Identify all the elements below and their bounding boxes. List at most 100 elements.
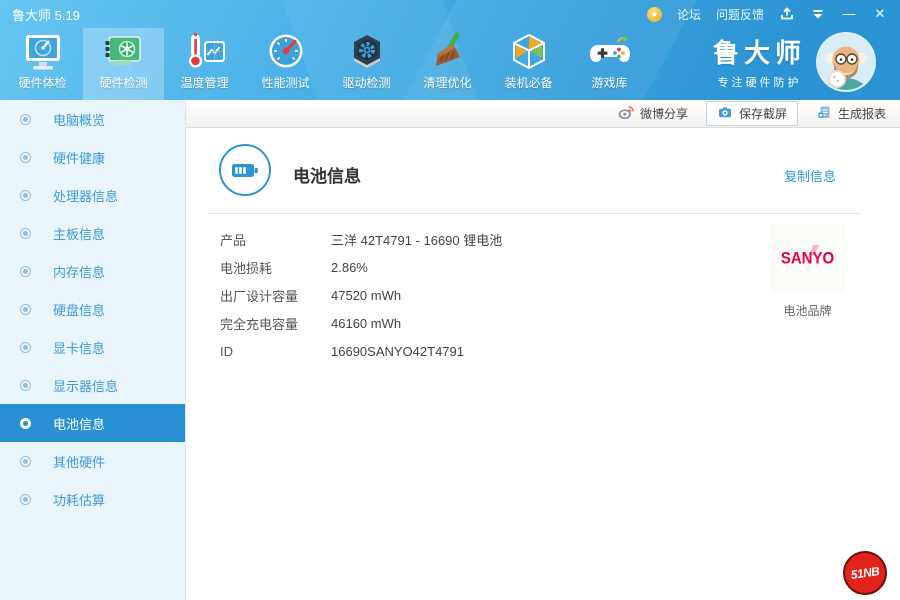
report-icon [816, 104, 832, 123]
sidebar-item-display-info[interactable]: 显示器信息 [0, 366, 185, 404]
save-screenshot-label: 保存截屏 [738, 107, 787, 121]
sidebar-item-label: 电脑概览 [53, 112, 106, 128]
watermark-text: 51NB [849, 564, 881, 582]
close-icon[interactable]: ✕ [872, 6, 888, 22]
row-label: ID [220, 343, 233, 359]
weibo-share-button[interactable]: 微博分享 [618, 104, 688, 123]
thermometer-chart-icon [183, 31, 227, 73]
sidebar-item-cpu-info[interactable]: 处理器信息 [0, 176, 185, 214]
sidebar-item-disk-info[interactable]: 硬盘信息 [0, 290, 185, 328]
radio-icon [20, 341, 31, 353]
battery-info-table: 产品 三洋 42T4791 - 16690 锂电池 电池损耗 2.86% 出厂设计容… [220, 225, 660, 365]
toolbar-item-label: 温度管理 [180, 76, 229, 90]
medal-icon[interactable] [646, 6, 662, 22]
sidebar-item-pc-overview[interactable]: 电脑概览 [0, 100, 185, 138]
broom-icon [426, 31, 470, 73]
radio-icon [20, 303, 31, 315]
monitor-scan-icon [21, 31, 65, 73]
share-icon[interactable] [779, 6, 795, 22]
mascot-avatar [818, 33, 874, 90]
radio-icon [20, 265, 31, 277]
weibo-icon [618, 104, 634, 123]
sidebar-item-label: 显卡信息 [53, 340, 106, 356]
toolbar-item-hardware-checkup[interactable]: 硬件体检 [2, 28, 83, 100]
row-value: 46160 mWh [331, 315, 402, 331]
sanyo-logo-text: SANYO [780, 248, 835, 268]
action-bar: 微博分享 保存截屏 生成报表 [186, 100, 900, 128]
battery-brand-caption: 电池品牌 [783, 304, 832, 318]
radio-icon [20, 493, 31, 505]
page-title: 电池信息 [293, 167, 361, 186]
toolbar-item-hardware-detect[interactable]: 硬件检测 [83, 28, 164, 100]
battery-brand-panel: SANYO 电池品牌 [770, 223, 845, 319]
row-label: 电池损耗 [220, 260, 273, 276]
sidebar-item-label: 其他硬件 [53, 454, 106, 470]
row-label: 完全充电容量 [220, 316, 299, 332]
radio-icon [20, 379, 31, 391]
toolbar-item-label: 游戏库 [591, 76, 628, 90]
toolbar-item-performance[interactable]: 性能测试 [245, 28, 326, 100]
sidebar-item-hardware-health[interactable]: 硬件健康 [0, 138, 185, 176]
toolbar-item-temperature[interactable]: 温度管理 [164, 28, 245, 100]
brand-name: 鲁大师 [712, 38, 806, 68]
toolbar-item-label: 驱动检测 [342, 76, 391, 90]
toolbar-item-driver[interactable]: 驱动检测 [326, 28, 407, 100]
table-row: 电池损耗 2.86% [220, 253, 660, 281]
gauge-icon [264, 31, 308, 73]
sidebar-item-label: 显示器信息 [53, 378, 119, 394]
brand-area: 鲁大师 专注硬件防护 [713, 33, 874, 90]
row-value: 16690SANYO42T4791 [331, 343, 464, 359]
gear-hexagon-icon [345, 31, 389, 73]
sidebar-item-other-hardware[interactable]: 其他硬件 [0, 442, 185, 480]
sanyo-logo: SANYO [770, 223, 845, 293]
main-toolbar: 硬件体检 硬件检测 温度管理 性能测试 驱动检测 清理优化 装机必备 游戏库 [2, 28, 650, 100]
radio-icon [20, 455, 31, 467]
toolbar-item-label: 清理优化 [423, 76, 472, 90]
generate-report-label: 生成报表 [837, 107, 886, 121]
toolbar-item-label: 性能测试 [261, 76, 310, 90]
minimize-icon[interactable]: — [841, 6, 857, 22]
sidebar-item-motherboard-info[interactable]: 主板信息 [0, 214, 185, 252]
toolbar-item-cleanup[interactable]: 清理优化 [407, 28, 488, 100]
feedback-link[interactable]: 问题反馈 [716, 6, 764, 23]
copy-info-link[interactable]: 复制信息 [784, 166, 836, 185]
radio-icon [20, 151, 31, 163]
generate-report-button[interactable]: 生成报表 [816, 104, 886, 123]
row-label: 出厂设计容量 [220, 288, 299, 304]
toolbar-item-label: 装机必备 [504, 76, 553, 90]
table-row: 出厂设计容量 47520 mWh [220, 281, 660, 309]
table-row: 完全充电容量 46160 mWh [220, 309, 660, 337]
menu-arrow-icon[interactable] [810, 6, 826, 22]
radio-icon [20, 113, 31, 125]
sidebar-item-memory-info[interactable]: 内存信息 [0, 252, 185, 290]
toolbar-item-label: 硬件检测 [99, 76, 148, 90]
divider [208, 213, 862, 214]
table-row: ID 16690SANYO42T4791 [220, 337, 660, 365]
toolbar-item-essentials[interactable]: 装机必备 [488, 28, 569, 100]
toolbar-item-games[interactable]: 游戏库 [569, 28, 650, 100]
battery-icon [219, 144, 271, 196]
save-screenshot-button[interactable]: 保存截屏 [705, 101, 798, 126]
titlebar: 鲁大师 5.19 论坛 问题反馈 — ✕ [0, 0, 900, 28]
gpu-card-icon [102, 31, 146, 73]
sidebar-item-label: 硬件健康 [53, 150, 106, 166]
toolbar-item-label: 硬件体检 [18, 76, 67, 90]
sidebar-item-label: 硬盘信息 [53, 302, 106, 318]
radio-icon [20, 189, 31, 201]
radio-selected-icon [20, 417, 31, 429]
sidebar-item-label: 内存信息 [53, 264, 106, 280]
sidebar: 电脑概览 硬件健康 处理器信息 主板信息 内存信息 硬盘信息 显卡信息 显示器信… [0, 100, 186, 600]
row-label: 产品 [220, 232, 247, 248]
sidebar-item-gpu-info[interactable]: 显卡信息 [0, 328, 185, 366]
cube-icon [507, 31, 551, 73]
sidebar-item-battery-info[interactable]: 电池信息 [0, 404, 185, 442]
sidebar-item-label: 主板信息 [53, 226, 106, 242]
51nb-watermark-logo: 51NB [840, 548, 890, 598]
table-row: 产品 三洋 42T4791 - 16690 锂电池 [220, 225, 660, 253]
sidebar-item-power-estimate[interactable]: 功耗估算 [0, 480, 185, 518]
sidebar-item-label: 处理器信息 [53, 188, 119, 204]
row-value: 三洋 42T4791 - 16690 锂电池 [331, 232, 503, 248]
forum-link[interactable]: 论坛 [677, 6, 701, 23]
app-header: 鲁大师 5.19 论坛 问题反馈 — ✕ 硬件体检 硬件检测 [0, 0, 900, 100]
camera-icon [717, 104, 733, 123]
